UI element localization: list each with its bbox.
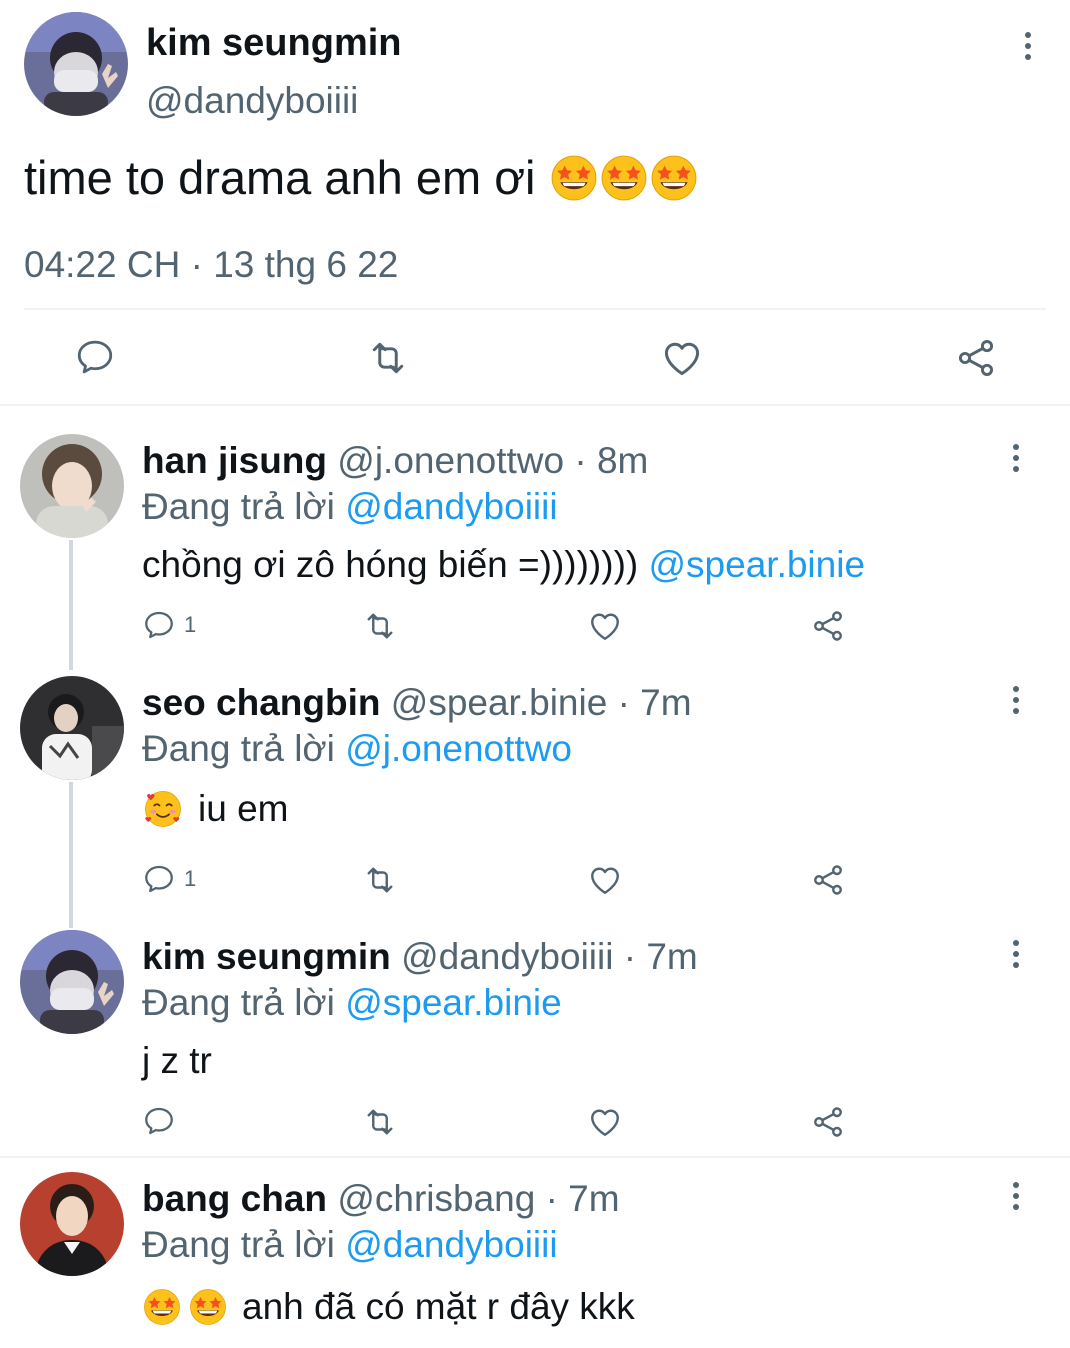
replying-to: Đang trả lời @spear.binie: [142, 982, 562, 1024]
reply-text: j z tr: [142, 1040, 212, 1082]
retweet-button[interactable]: [362, 608, 398, 644]
like-icon: [587, 862, 623, 898]
mention-link[interactable]: @spear.binie: [649, 544, 866, 586]
author-handle[interactable]: @dandyboiiii: [146, 80, 358, 122]
reply-button[interactable]: 1: [142, 608, 196, 642]
avatar[interactable]: [20, 930, 124, 1034]
author-name[interactable]: kim seungmin: [142, 936, 391, 977]
share-icon: [810, 608, 846, 644]
star-struck-emoji-icon: [188, 1287, 228, 1327]
retweet-button[interactable]: [362, 1104, 398, 1140]
like-button[interactable]: [660, 336, 704, 380]
divider: [24, 308, 1046, 310]
tweet-text-content: time to drama anh em ơi: [24, 151, 536, 204]
retweet-icon: [362, 1104, 398, 1140]
reply-header: bang chan @chrisbang · 7m: [142, 1178, 620, 1220]
author-handle[interactable]: @chrisbang · 7m: [337, 1178, 619, 1219]
star-struck-emoji-icon: [142, 1287, 182, 1327]
retweet-icon: [362, 608, 398, 644]
reply-text-content: j z tr: [142, 1040, 212, 1081]
reply-tweet[interactable]: bang chan @chrisbang · 7m Đang trả lời @…: [0, 1158, 1070, 1348]
main-tweet: kim seungmin @dandyboiiii time to drama …: [0, 0, 1070, 406]
reply-text: iu em: [142, 788, 288, 830]
reply-header: kim seungmin @dandyboiiii · 7m: [142, 936, 698, 978]
star-struck-emoji-icon: [649, 153, 699, 203]
replying-mention[interactable]: @dandyboiiii: [345, 486, 557, 527]
share-button[interactable]: [810, 862, 846, 898]
author-name[interactable]: seo changbin: [142, 682, 380, 723]
reply-button[interactable]: 1: [142, 862, 196, 896]
reply-text-content: chồng ơi zô hóng biến =)))))))): [142, 544, 649, 585]
divider: [0, 404, 1070, 406]
reply-button[interactable]: [74, 336, 116, 378]
replying-label: Đang trả lời: [142, 1224, 346, 1265]
smiling-face-with-hearts-emoji-icon: [142, 788, 184, 830]
tweet-timestamp[interactable]: 04:22 CH · 13 thg 6 22: [24, 244, 398, 286]
avatar[interactable]: [24, 12, 128, 116]
reply-actions: 1: [0, 862, 1070, 902]
reply-text: anh đã có mặt r đây kkk: [142, 1286, 635, 1328]
like-icon: [660, 336, 704, 380]
author-name[interactable]: bang chan: [142, 1178, 327, 1219]
retweet-button[interactable]: [362, 862, 398, 898]
author-handle[interactable]: @dandyboiiii · 7m: [401, 936, 698, 977]
retweet-button[interactable]: [366, 336, 410, 380]
author-name[interactable]: han jisung: [142, 440, 327, 481]
reply-count: 1: [184, 866, 197, 891]
like-icon: [587, 1104, 623, 1140]
replying-mention[interactable]: @dandyboiiii: [345, 1224, 557, 1265]
reply-text: chồng ơi zô hóng biến =)))))))) @spear.b…: [142, 544, 865, 586]
more-options-icon[interactable]: [1004, 934, 1028, 974]
reply-tweet[interactable]: kim seungmin @dandyboiiii · 7m Đang trả …: [0, 916, 1070, 1156]
reply-header: seo changbin @spear.binie · 7m: [142, 682, 692, 724]
tweet-text: time to drama anh em ơi: [24, 150, 699, 205]
replying-mention[interactable]: @spear.binie: [345, 982, 562, 1023]
reply-actions: [0, 1104, 1070, 1144]
like-button[interactable]: [587, 862, 623, 898]
tweet-actions: [0, 312, 1070, 404]
reply-text-content: iu em: [198, 788, 289, 829]
avatar[interactable]: [20, 1172, 124, 1276]
star-struck-emoji-icon: [549, 153, 599, 203]
replying-label: Đang trả lời: [142, 486, 346, 527]
more-options-icon[interactable]: [1016, 26, 1040, 66]
reply-tweet[interactable]: han jisung @j.onenottwo · 8m Đang trả lờ…: [0, 420, 1070, 660]
like-button[interactable]: [587, 608, 623, 644]
share-button[interactable]: [954, 336, 998, 380]
share-icon: [810, 862, 846, 898]
author-handle[interactable]: @j.onenottwo · 8m: [337, 440, 648, 481]
share-button[interactable]: [810, 608, 846, 644]
reply-icon: [142, 862, 176, 896]
reply-tweet[interactable]: seo changbin @spear.binie · 7m Đang trả …: [0, 662, 1070, 916]
reply-text-content: anh đã có mặt r đây kkk: [242, 1286, 635, 1327]
retweet-icon: [366, 336, 410, 380]
reply-icon: [142, 608, 176, 642]
more-options-icon[interactable]: [1004, 1176, 1028, 1216]
reply-icon: [142, 1104, 176, 1138]
replying-label: Đang trả lời: [142, 728, 346, 769]
replying-to: Đang trả lời @dandyboiiii: [142, 486, 558, 528]
reply-actions: 1: [0, 608, 1070, 648]
retweet-icon: [362, 862, 398, 898]
reply-header: han jisung @j.onenottwo · 8m: [142, 440, 648, 482]
author-name[interactable]: kim seungmin: [146, 22, 402, 65]
avatar[interactable]: [20, 434, 124, 538]
share-button[interactable]: [810, 1104, 846, 1140]
share-icon: [810, 1104, 846, 1140]
star-struck-emoji-icon: [599, 153, 649, 203]
like-icon: [587, 608, 623, 644]
author-handle[interactable]: @spear.binie · 7m: [391, 682, 692, 723]
avatar[interactable]: [20, 676, 124, 780]
reply-count: 1: [184, 612, 197, 637]
more-options-icon[interactable]: [1004, 438, 1028, 478]
replying-to: Đang trả lời @j.onenottwo: [142, 728, 572, 770]
replying-mention[interactable]: @j.onenottwo: [345, 728, 572, 769]
share-icon: [954, 336, 998, 380]
replying-label: Đang trả lời: [142, 982, 346, 1023]
more-options-icon[interactable]: [1004, 680, 1028, 720]
reply-button[interactable]: [142, 1104, 176, 1138]
like-button[interactable]: [587, 1104, 623, 1140]
reply-icon: [74, 336, 116, 378]
replying-to: Đang trả lời @dandyboiiii: [142, 1224, 558, 1266]
